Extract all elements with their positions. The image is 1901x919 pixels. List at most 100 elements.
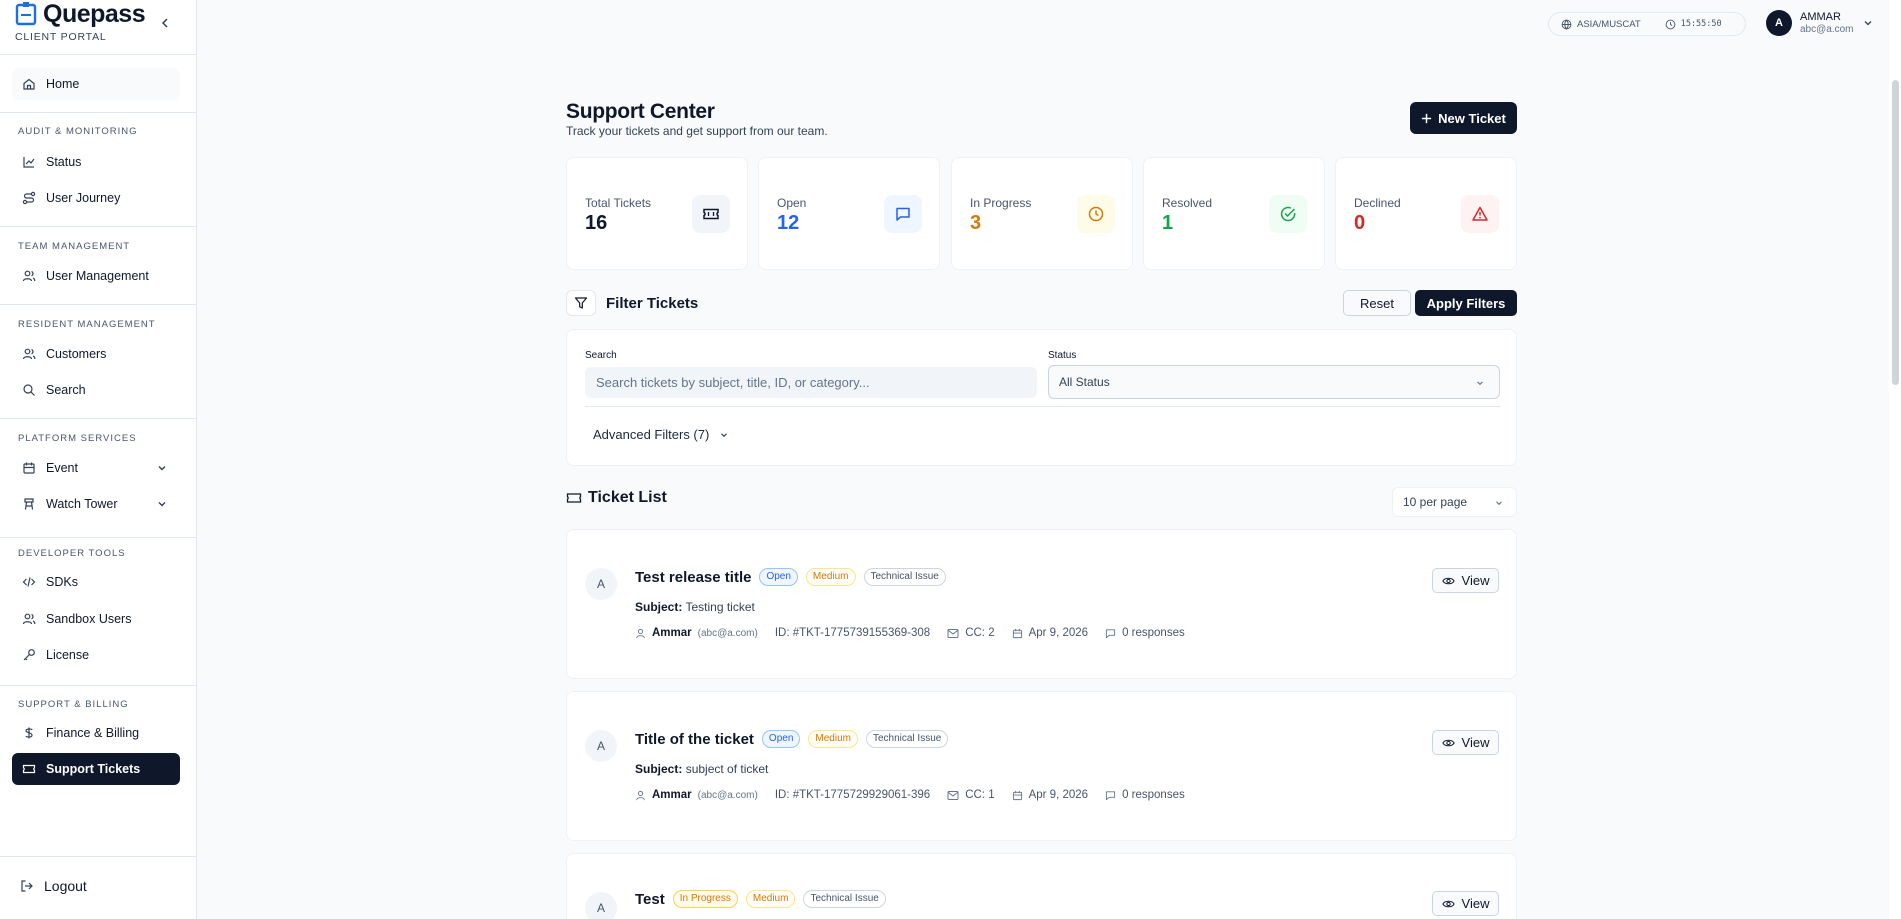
sidebar-item-watch-tower[interactable]: Watch Tower: [12, 488, 180, 520]
calendar-icon: [23, 462, 35, 474]
stat-value: 12: [777, 212, 800, 234]
collapse-sidebar-icon[interactable]: [158, 16, 172, 30]
user-menu[interactable]: A AMMAR abc@a.com: [1766, 10, 1874, 36]
sidebar-item-label: Search: [46, 383, 86, 397]
view-ticket-button[interactable]: View: [1432, 568, 1499, 593]
chevron-down-icon: [1864, 21, 1871, 26]
new-ticket-label: New Ticket: [1438, 110, 1506, 126]
status-select-value: All Status: [1059, 375, 1110, 389]
sidebar-divider: [0, 537, 197, 538]
priority-badge: Medium: [808, 730, 858, 748]
eye-icon: [1441, 900, 1455, 907]
globe-icon: [1561, 19, 1572, 30]
subject-value: Testing ticket: [685, 600, 755, 614]
users-icon: [22, 348, 36, 360]
sidebar-item-license[interactable]: License: [12, 639, 180, 671]
stat-card-in-progress: In Progress 3: [951, 157, 1133, 270]
sidebar-item-finance-billing[interactable]: Finance & Billing: [12, 717, 180, 749]
stat-icon-box: [692, 195, 730, 233]
sidebar-item-event[interactable]: Event: [12, 452, 180, 484]
ticket-avatar: A: [585, 568, 617, 600]
ticket-user-email: (abc@a.com): [697, 627, 758, 639]
sidebar-divider: [0, 112, 197, 113]
ticket-date: Apr 9, 2026: [1028, 789, 1089, 801]
ticket-subject: Subject: Testing ticket: [635, 600, 755, 614]
apply-filters-button[interactable]: Apply Filters: [1415, 290, 1517, 316]
filter-divider: [585, 406, 1500, 407]
sidebar-divider: [0, 226, 197, 227]
alert-triangle-icon: [1472, 206, 1488, 221]
ticket-list-header: Ticket List: [566, 489, 667, 507]
sidebar-item-label: Customers: [46, 347, 107, 361]
route-icon: [22, 191, 36, 205]
ticket-avatar: A: [585, 892, 617, 919]
sidebar-item-user-management[interactable]: User Management: [12, 260, 180, 292]
sidebar-item-home[interactable]: Home: [12, 68, 180, 100]
ticket-card[interactable]: A Title of the ticket Open Medium Techni…: [566, 691, 1517, 841]
chevron-down-icon: [721, 432, 728, 437]
stat-card-declined: Declined 0: [1335, 157, 1517, 270]
scrollbar-thumb[interactable]: [1892, 80, 1899, 385]
advanced-filters-label: Advanced Filters (7): [593, 427, 710, 442]
sidebar-item-support-tickets[interactable]: Support Tickets: [12, 753, 180, 785]
advanced-filters-toggle[interactable]: Advanced Filters (7): [593, 427, 729, 442]
timezone: ASIA/MUSCAT: [1549, 19, 1653, 30]
brand-name: Quepass: [43, 0, 146, 28]
sidebar-item-status[interactable]: Status: [12, 146, 180, 178]
subject-value: subject of ticket: [685, 762, 769, 776]
message-icon: [1105, 628, 1116, 638]
chevron-down-icon: [1477, 381, 1483, 386]
reset-button[interactable]: Reset: [1343, 290, 1411, 316]
view-ticket-button[interactable]: View: [1432, 730, 1499, 755]
ticket-avatar: A: [585, 730, 617, 762]
subject-label: Subject:: [635, 600, 683, 614]
ticket-icon: [566, 493, 582, 503]
message-icon: [1105, 790, 1116, 800]
new-ticket-button[interactable]: New Ticket: [1410, 102, 1517, 134]
stat-value: 16: [585, 212, 608, 234]
per-page-select[interactable]: 10 per page: [1392, 487, 1517, 517]
ticket-user: Ammar: [652, 627, 692, 639]
ticket-date: Apr 9, 2026: [1028, 627, 1089, 639]
ticket-id: ID: #TKT-1775739155369-308: [774, 627, 931, 639]
view-ticket-button[interactable]: View: [1432, 891, 1499, 916]
ticket-user-email: (abc@a.com): [697, 789, 758, 801]
sidebar-item-label: Support Tickets: [46, 762, 141, 776]
ticket-card[interactable]: A Test In Progress Medium Technical Issu…: [566, 853, 1517, 919]
sidebar-item-search[interactable]: Search: [12, 374, 180, 406]
status-select[interactable]: All Status: [1048, 365, 1500, 399]
timezone-label: ASIA/MUSCAT: [1577, 18, 1641, 30]
users-icon: [22, 270, 36, 282]
sidebar-item-label: Finance & Billing: [46, 726, 140, 740]
ticket-card[interactable]: A Test release title Open Medium Technic…: [566, 529, 1517, 679]
home-icon: [23, 78, 35, 90]
stat-value: 3: [970, 212, 982, 234]
ticket-meta: Ammar (abc@a.com) ID: #TKT-1775739155369…: [635, 627, 1193, 639]
code-icon: [22, 577, 36, 587]
sidebar: Quepass CLIENT PORTAL Home AUDIT & MONIT…: [0, 0, 197, 919]
sidebar-item-label: Event: [46, 461, 78, 475]
calendar-icon: [1012, 790, 1022, 800]
logout-icon: [21, 880, 33, 892]
logout-button[interactable]: Logout: [12, 874, 87, 898]
calendar-icon: [1012, 628, 1022, 638]
ticket-icon: [22, 764, 36, 774]
sidebar-item-sdks[interactable]: SDKs: [12, 566, 180, 598]
stat-label: In Progress: [970, 196, 1032, 210]
sidebar-divider: [0, 856, 197, 857]
stat-card-resolved: Resolved 1: [1143, 157, 1325, 270]
search-input[interactable]: [585, 367, 1037, 398]
sidebar-item-user-journey[interactable]: User Journey: [12, 182, 180, 214]
page-title: Support Center: [566, 100, 715, 123]
user-icon: [636, 628, 645, 638]
sidebar-item-sandbox-users[interactable]: Sandbox Users: [12, 603, 180, 635]
sidebar-item-label: Home: [46, 77, 80, 91]
stat-icon-box: [1077, 195, 1115, 233]
sidebar-item-label: SDKs: [46, 575, 78, 589]
sidebar-item-customers[interactable]: Customers: [12, 338, 180, 370]
timezone-clock-pill: ASIA/MUSCAT 15:55:50: [1548, 12, 1746, 36]
ticket-title: Test release title: [635, 568, 752, 586]
user-icon: [636, 790, 645, 800]
brand[interactable]: Quepass CLIENT PORTAL: [15, 0, 146, 50]
status-badge: In Progress: [672, 890, 738, 908]
